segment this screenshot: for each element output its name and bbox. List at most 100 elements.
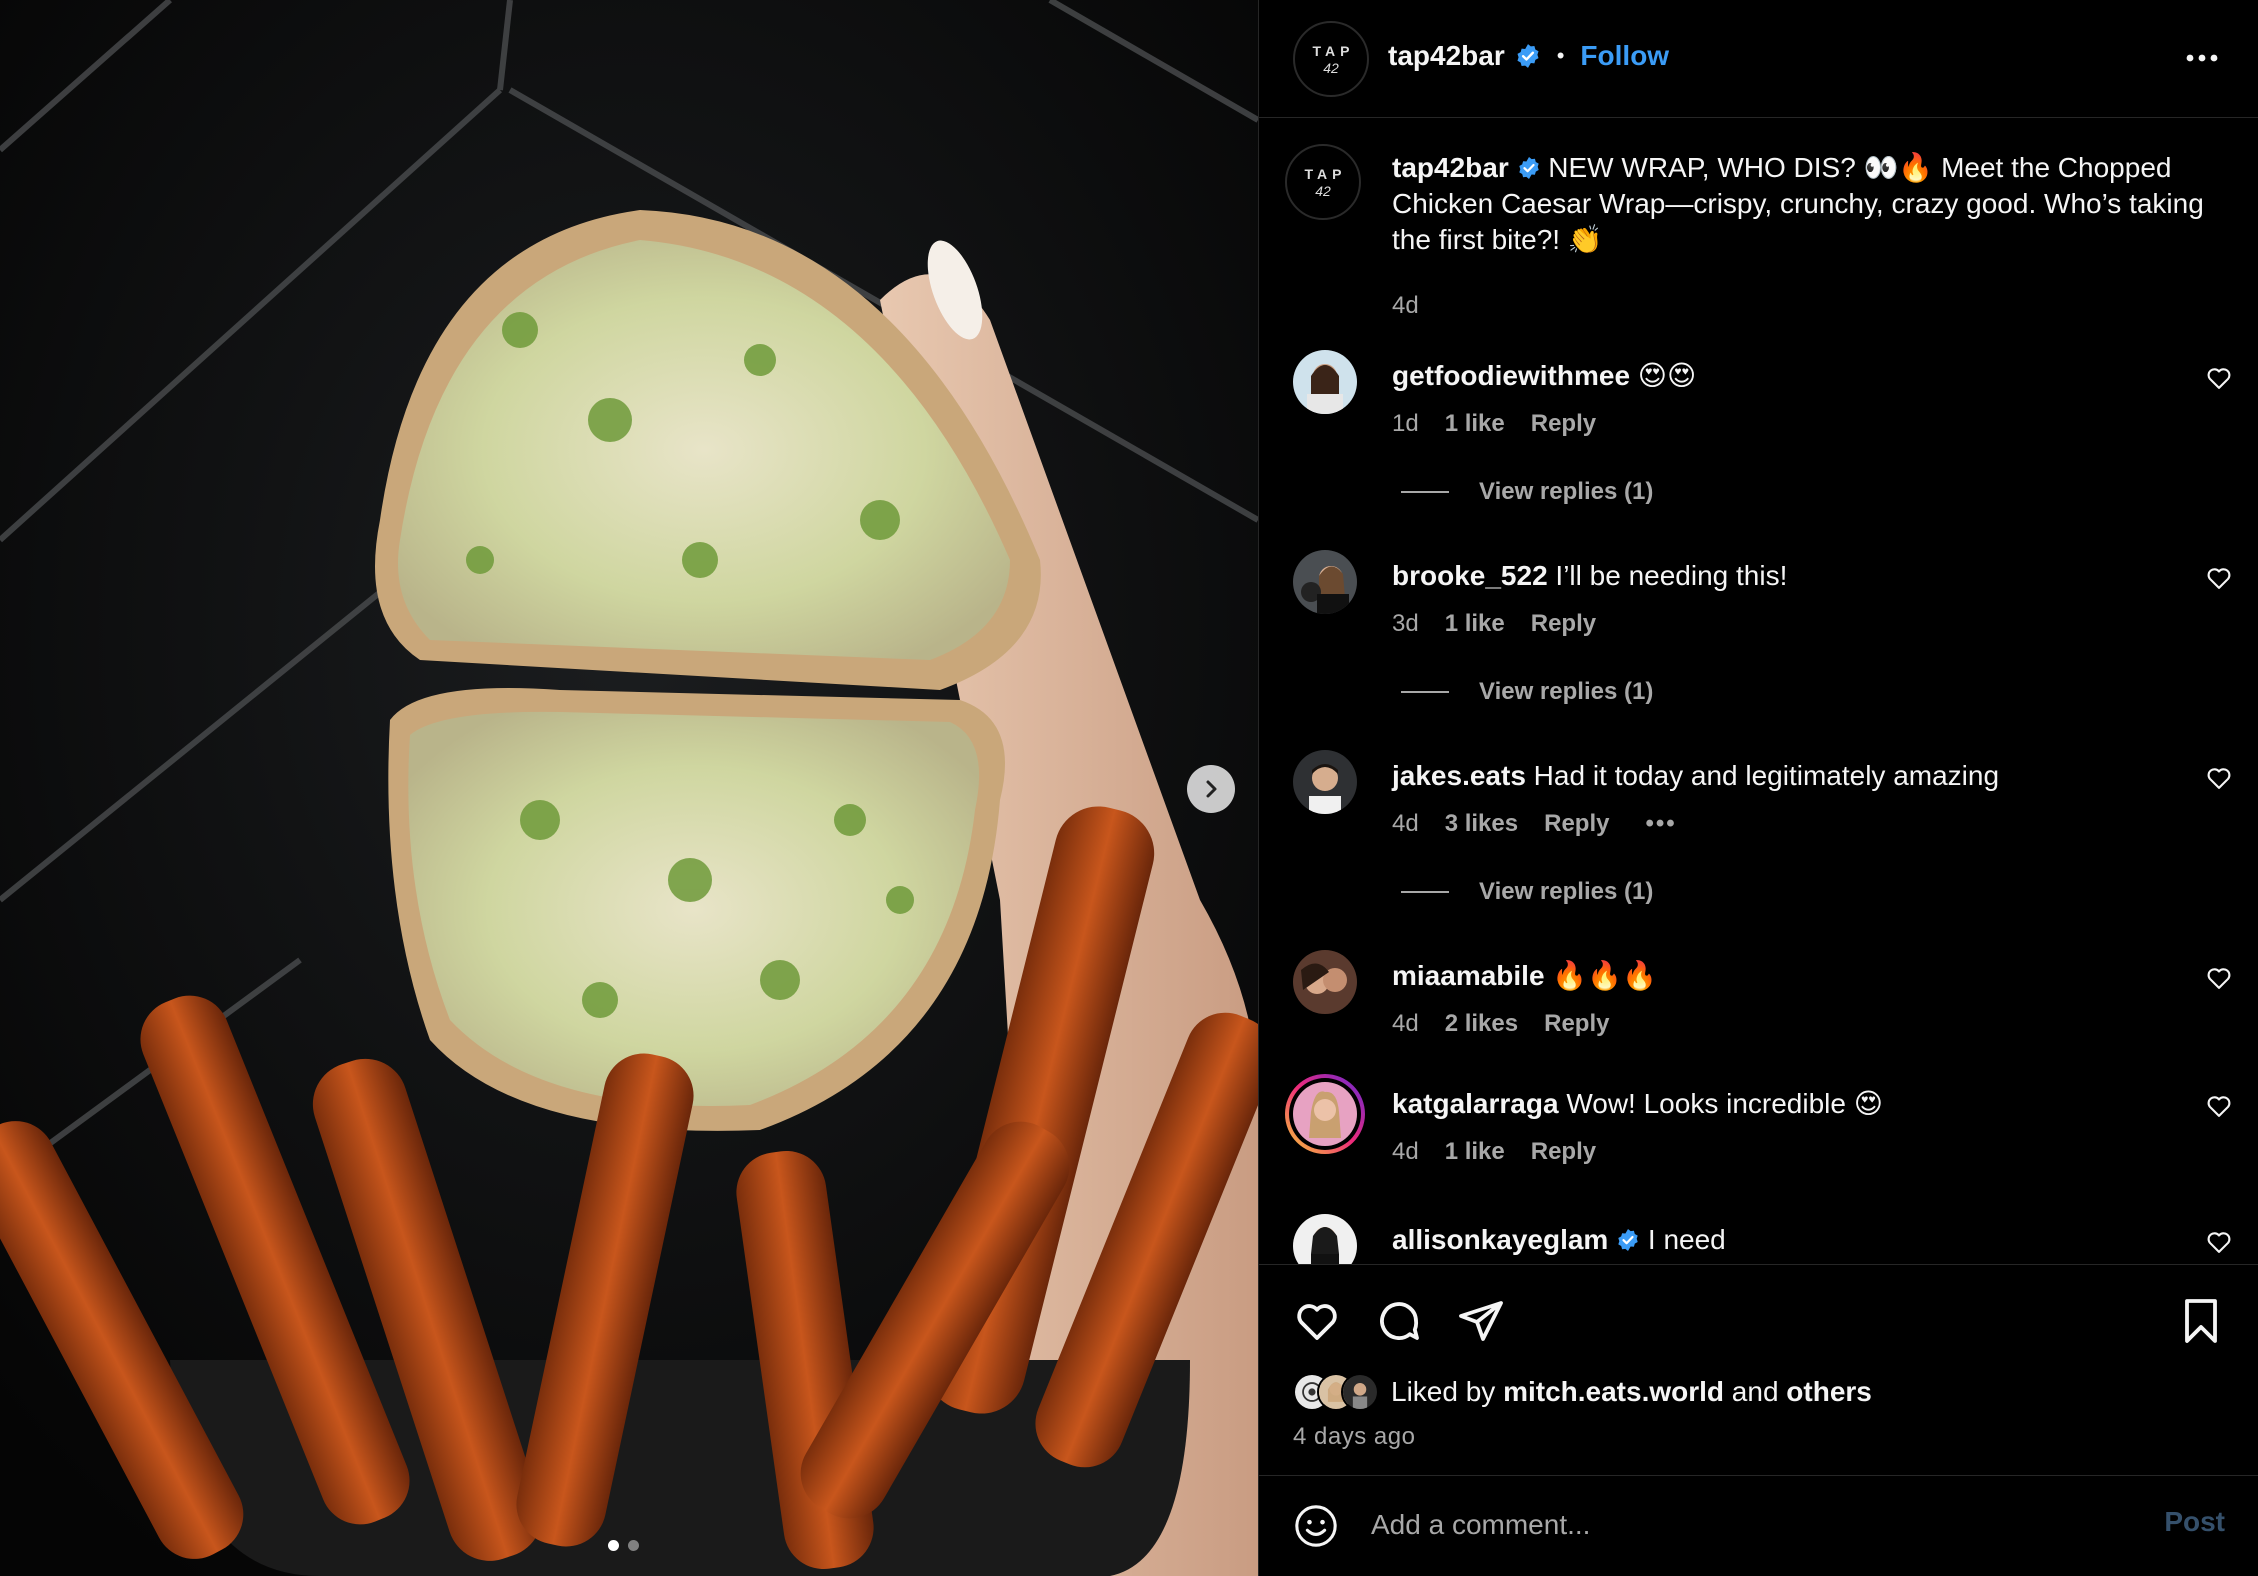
comment-time[interactable]: 4d [1392, 1138, 1419, 1166]
comment-more-button[interactable]: ••• [1645, 810, 1676, 838]
next-image-button[interactable] [1187, 765, 1235, 813]
comment-avatar[interactable] [1293, 550, 1357, 614]
caption-time[interactable]: 4d [1392, 292, 1419, 320]
comment-input[interactable] [1371, 1502, 2071, 1548]
view-replies-label: View replies (1) [1479, 678, 1654, 705]
smiley-icon [1295, 1505, 1337, 1547]
paper-plane-icon [1459, 1301, 1503, 1341]
post-comment-button[interactable]: Post [2164, 1506, 2225, 1538]
comment-meta: 4d 2 likes Reply [1392, 1010, 1609, 1038]
logo-text: TAP [1304, 165, 1347, 182]
comment-likes[interactable]: 1 like [1445, 410, 1505, 438]
reply-button[interactable]: Reply [1531, 410, 1596, 438]
comment-username[interactable]: katgalarraga [1392, 1088, 1559, 1119]
comment-time[interactable]: 1d [1392, 410, 1419, 438]
comment-body: 🔥🔥🔥 [1552, 960, 1657, 991]
post-actions: Liked by mitch.eats.world and others 4 d… [1259, 1264, 2258, 1476]
comment-likes[interactable]: 3 likes [1445, 810, 1518, 838]
add-comment-bar: Post [1259, 1476, 2258, 1576]
logo-text: TAP [1312, 42, 1355, 59]
author-avatar[interactable]: TAP 42 [1293, 21, 1369, 97]
carousel-indicator [608, 1540, 639, 1551]
liked-by-text: Liked by mitch.eats.world and others [1391, 1376, 1872, 1408]
reply-button[interactable]: Reply [1544, 810, 1609, 838]
comments-list[interactable]: TAP 42 tap42bar NEW WRAP, WHO DIS? 👀🔥 Me… [1259, 118, 2258, 1264]
post-side-panel: TAP 42 tap42bar • Follow TAP 42 tap42bar… [1258, 0, 2258, 1576]
replies-divider [1401, 891, 1449, 893]
comment-avatar[interactable] [1293, 750, 1357, 814]
liked-by-row: Liked by mitch.eats.world and others [1293, 1373, 1872, 1411]
liked-by-user[interactable]: mitch.eats.world [1503, 1376, 1724, 1407]
comment-avatar[interactable] [1293, 350, 1357, 414]
post-image[interactable] [0, 0, 1258, 1576]
carousel-dot-active [608, 1540, 619, 1551]
comment-likes[interactable]: 1 like [1445, 610, 1505, 638]
logo-number: 42 [1323, 59, 1339, 76]
comment-username[interactable]: allisonkayeglam [1392, 1224, 1608, 1255]
caption-author-avatar[interactable]: TAP 42 [1285, 144, 1361, 220]
comment-meta: 1d 1 like Reply [1392, 410, 1596, 438]
comment-likes[interactable]: 2 likes [1445, 1010, 1518, 1038]
caption-body: NEW WRAP, WHO DIS? 👀🔥 Meet the Chopped C… [1392, 152, 2204, 255]
comment-meta: 3d 1 like Reply [1392, 610, 1596, 638]
liked-by-others[interactable]: others [1786, 1376, 1872, 1407]
heart-icon [2207, 1096, 2231, 1117]
more-options-button[interactable] [2184, 40, 2220, 81]
action-icons [1293, 1297, 1505, 1350]
view-replies-button[interactable]: View replies (1) [1401, 478, 1653, 506]
like-comment-button[interactable] [2205, 1228, 2233, 1261]
reply-button[interactable]: Reply [1531, 610, 1596, 638]
comment-likes[interactable]: 1 like [1445, 1138, 1505, 1166]
comment-body: Wow! Looks incredible 😍 [1566, 1088, 1883, 1119]
comment-username[interactable]: jakes.eats [1392, 760, 1526, 791]
like-comment-button[interactable] [2205, 764, 2233, 797]
comment-text: allisonkayeglam I need [1392, 1222, 1726, 1258]
like-button[interactable] [1293, 1297, 1341, 1350]
reply-button[interactable]: Reply [1544, 1010, 1609, 1038]
comment-button[interactable] [1375, 1297, 1423, 1350]
emoji-picker-button[interactable] [1293, 1503, 1339, 1554]
view-replies-button[interactable]: View replies (1) [1401, 878, 1653, 906]
carousel-dot [628, 1540, 639, 1551]
comment-time[interactable]: 4d [1392, 810, 1419, 838]
comment-time[interactable]: 3d [1392, 610, 1419, 638]
separator-dot: • [1556, 43, 1565, 68]
comment-username[interactable]: miaamabile [1392, 960, 1545, 991]
comment-avatar-story-ring[interactable] [1285, 1074, 1365, 1154]
view-replies-label: View replies (1) [1479, 478, 1654, 505]
heart-icon [1297, 1304, 1337, 1340]
replies-divider [1401, 491, 1449, 493]
comment-text: brooke_522 I’ll be needing this! [1392, 558, 1787, 594]
author-username[interactable]: tap42bar [1388, 40, 1505, 72]
like-comment-button[interactable] [2205, 364, 2233, 397]
comment-avatar[interactable] [1293, 1214, 1357, 1264]
comment-meta: 4d 3 likes Reply ••• [1392, 810, 1677, 838]
share-button[interactable] [1457, 1297, 1505, 1350]
verified-badge-icon [1618, 1229, 1638, 1251]
wrap-and-fries-photo [0, 0, 1258, 1576]
bookmark-icon [2185, 1299, 2217, 1343]
comment-body: Had it today and legitimately amazing [1533, 760, 2000, 791]
comment-username[interactable]: getfoodiewithmee [1392, 360, 1630, 391]
post-time-ago[interactable]: 4 days ago [1293, 1423, 1415, 1451]
comment-time[interactable]: 4d [1392, 1010, 1419, 1038]
view-replies-button[interactable]: View replies (1) [1401, 678, 1653, 706]
verified-badge-icon [1518, 157, 1539, 179]
like-comment-button[interactable] [2205, 564, 2233, 597]
liker-avatar[interactable] [1341, 1373, 1379, 1411]
post-header: TAP 42 tap42bar • Follow [1259, 0, 2258, 118]
reply-button[interactable]: Reply [1531, 1138, 1596, 1166]
comment-text: katgalarraga Wow! Looks incredible 😍 [1392, 1086, 1883, 1122]
like-comment-button[interactable] [2205, 1092, 2233, 1125]
comment-meta: 4d 1 like Reply [1392, 1138, 1596, 1166]
follow-button[interactable]: Follow [1580, 40, 1669, 72]
heart-icon [2207, 568, 2231, 589]
comment-username[interactable]: brooke_522 [1392, 560, 1548, 591]
save-button[interactable] [2179, 1297, 2223, 1350]
heart-icon [2207, 368, 2231, 389]
like-comment-button[interactable] [2205, 964, 2233, 997]
comment-item: getfoodiewithmee 😍😍 1d 1 like Reply View… [1259, 350, 2258, 550]
comment-bubble-icon [1380, 1302, 1419, 1340]
caption-username[interactable]: tap42bar [1392, 152, 1509, 183]
comment-avatar[interactable] [1293, 950, 1357, 1014]
